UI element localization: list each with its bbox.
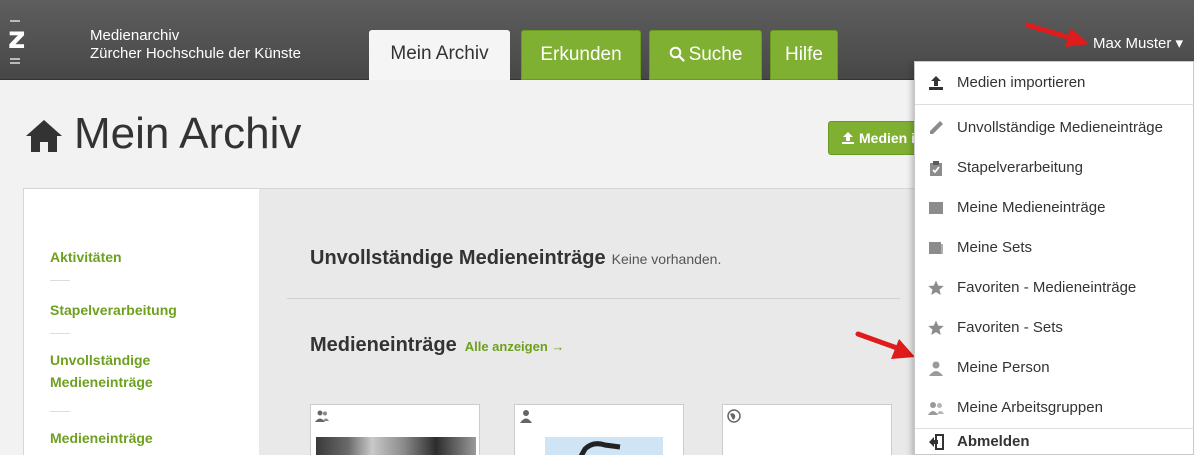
tab-mein-archiv[interactable]: Mein Archiv	[369, 30, 510, 80]
user-menu-toggle[interactable]: Max Muster ▾	[1093, 34, 1183, 52]
annotation-arrow-user	[1025, 22, 1089, 47]
menu-item-incomplete[interactable]: Unvollständige Medieneinträge	[915, 108, 1194, 148]
pencil-icon	[930, 121, 943, 134]
globe-icon	[727, 409, 741, 423]
page-title-text: Mein Archiv	[74, 109, 302, 158]
institution-name: Zürcher Hochschule der Künste	[90, 45, 301, 62]
import-button-label: Medien importieren	[859, 130, 917, 146]
menu-item-label: Favoriten - Medieneinträge	[957, 279, 1137, 296]
logout-icon	[929, 434, 944, 450]
tab-suche[interactable]: Suche	[649, 30, 762, 80]
menu-item-label: Medien importieren	[957, 74, 1086, 91]
page-title: Mein Archiv	[24, 106, 301, 162]
menu-item-favorite-entries[interactable]: Favoriten - Medieneinträge	[915, 268, 1194, 308]
thumbnail-drawing	[578, 441, 621, 455]
section-media-title: Medieneinträge	[310, 334, 457, 356]
person-icon	[929, 361, 943, 376]
section-divider	[287, 298, 900, 299]
menu-item-my-sets[interactable]: Meine Sets	[915, 228, 1194, 268]
menu-item-label: Meine Person	[957, 359, 1050, 376]
tab-label: Hilfe	[784, 44, 823, 65]
menu-item-logout[interactable]: Abmelden	[915, 420, 1194, 455]
menu-divider	[915, 104, 1194, 105]
media-thumbnail	[545, 437, 663, 455]
zhdk-logo[interactable]: z	[8, 20, 36, 70]
search-icon	[669, 46, 685, 62]
set-icon	[929, 242, 943, 254]
group-icon	[928, 402, 944, 415]
menu-item-my-entries[interactable]: Meine Medieneinträge	[915, 188, 1194, 228]
app-name: Medienarchiv	[90, 27, 180, 44]
sidebar-divider	[50, 280, 70, 281]
menu-item-favorite-sets[interactable]: Favoriten - Sets	[915, 308, 1194, 348]
sidebar-divider	[50, 333, 70, 334]
upload-icon	[842, 132, 854, 144]
show-all-link[interactable]: Alle anzeigen →	[465, 339, 565, 354]
menu-item-label: Unvollständige Medieneinträge	[957, 119, 1163, 136]
section-incomplete-title: Unvollständige Medieneinträge	[310, 247, 606, 269]
star-icon	[928, 280, 944, 295]
tab-erkunden[interactable]: Erkunden	[521, 30, 641, 80]
upload-icon	[929, 76, 943, 90]
app-title[interactable]: Medienarchiv Zürcher Hochschule der Küns…	[90, 27, 301, 63]
menu-item-label: Meine Medieneinträge	[957, 199, 1106, 216]
home-icon	[26, 120, 62, 153]
tab-label: Mein Archiv	[390, 43, 489, 64]
media-entry-card[interactable]	[514, 404, 684, 455]
tab-label: Erkunden	[540, 44, 622, 65]
menu-item-batch[interactable]: Stapelverarbeitung	[915, 148, 1194, 188]
section-incomplete: Unvollständige Medieneinträge Keine vorha…	[310, 247, 721, 270]
person-icon	[520, 410, 532, 423]
section-media-entries: Medieneinträge Alle anzeigen →	[310, 334, 564, 357]
sidebar-item-unvollstaendige[interactable]: Unvollständige Medieneinträge	[50, 349, 210, 393]
media-entry-card[interactable]	[722, 404, 892, 455]
import-media-button[interactable]: Medien importieren	[828, 121, 918, 155]
menu-item-label: Abmelden	[957, 433, 1030, 450]
section-incomplete-note: Keine vorhanden.	[611, 251, 722, 267]
star-icon	[928, 320, 944, 335]
annotation-arrow-person	[855, 331, 915, 359]
menu-item-label: Stapelverarbeitung	[957, 159, 1083, 176]
user-dropdown-menu: Medien importieren Unvollständige Medien…	[914, 61, 1194, 455]
menu-item-label: Favoriten - Sets	[957, 319, 1063, 336]
group-icon	[315, 410, 329, 422]
tab-hilfe[interactable]: Hilfe	[770, 30, 838, 80]
menu-item-my-person[interactable]: Meine Person	[915, 348, 1194, 388]
menu-item-label: Meine Sets	[957, 239, 1033, 256]
sidebar-item-aktivitaeten[interactable]: Aktivitäten	[50, 246, 122, 268]
tab-label: Suche	[688, 44, 743, 65]
sidebar-item-stapelverarbeitung[interactable]: Stapelverarbeitung	[50, 299, 177, 321]
sidebar-item-medieneintraege[interactable]: Medieneinträge	[50, 427, 153, 449]
clipboard-icon	[930, 161, 942, 176]
square-icon	[929, 202, 943, 214]
sidebar: Aktivitäten Stapelverarbeitung Unvollstä…	[24, 189, 259, 455]
media-entry-card[interactable]	[310, 404, 480, 455]
sidebar-divider	[50, 411, 70, 412]
menu-item-import[interactable]: Medien importieren	[915, 63, 1194, 103]
media-thumbnail	[316, 437, 476, 455]
